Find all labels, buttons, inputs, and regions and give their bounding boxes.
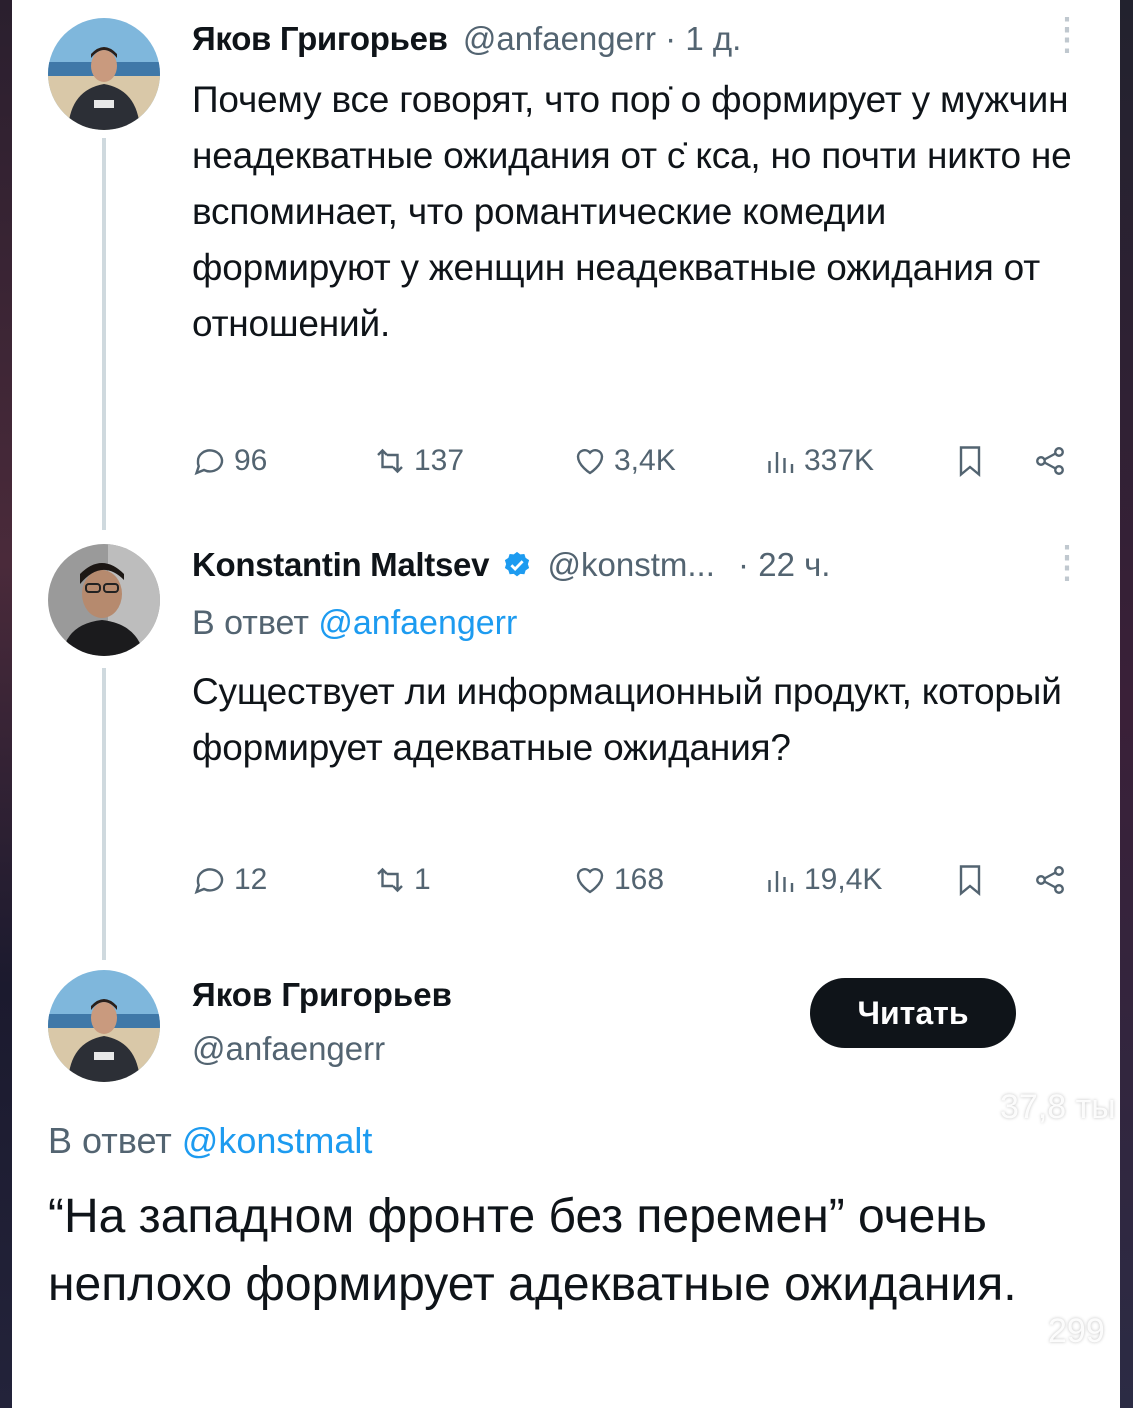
separator-dot: · — [738, 546, 750, 583]
bookmark-icon — [959, 865, 981, 897]
repost-icon — [377, 448, 403, 474]
author-name[interactable]: Яков Григорьев — [192, 20, 448, 57]
like-count: 3,4K — [614, 444, 676, 477]
reply-prefix: В ответ — [48, 1120, 172, 1161]
more-options-icon[interactable]: ⋮ ⋮ — [1052, 543, 1082, 584]
timestamp[interactable]: 22 ч. — [758, 546, 830, 583]
overlay-like-count: 37,8 ты — [1000, 1088, 1116, 1126]
repost-button[interactable]: 1 — [372, 862, 431, 898]
views-button[interactable]: 19,4K — [762, 862, 882, 898]
verified-badge-icon — [505, 551, 530, 577]
avatar[interactable] — [48, 970, 160, 1082]
author-name[interactable]: Konstantin Maltsev — [192, 546, 489, 583]
bookmark-icon — [959, 446, 981, 478]
like-count: 168 — [614, 863, 665, 896]
author-handle[interactable]: @konstm... — [548, 546, 715, 583]
reply-handle-link[interactable]: @anfaengerr — [318, 604, 517, 642]
author-handle[interactable]: @anfaengerr — [463, 20, 656, 57]
reply-icon — [194, 449, 224, 476]
share-button[interactable] — [1032, 443, 1068, 479]
overlay-comment-count: 299 — [1048, 1312, 1105, 1350]
repost-icon — [377, 867, 403, 893]
heart-icon — [576, 868, 604, 894]
author-handle[interactable]: @anfaengerr — [192, 1030, 385, 1068]
views-icon — [768, 871, 794, 892]
share-icon — [1036, 447, 1064, 475]
views-icon — [768, 452, 794, 473]
follow-button[interactable]: Читать — [810, 978, 1016, 1048]
tweet-actions: 96 137 3,4K 337K — [192, 443, 1072, 483]
share-button[interactable] — [1032, 862, 1068, 898]
tweet-header: Konstantin Maltsev @konstm... · 22 ч. — [192, 546, 830, 584]
reply-prefix: В ответ — [192, 604, 309, 642]
repost-count: 137 — [414, 444, 465, 477]
like-overlay-icon[interactable] — [1036, 954, 1128, 1038]
timestamp[interactable]: 1 д. — [685, 20, 741, 57]
like-button[interactable]: 3,4K — [572, 443, 676, 479]
share-icon — [1036, 866, 1064, 894]
tweet-text: Существует ли информационный продукт, ко… — [192, 671, 1062, 768]
avatar[interactable] — [48, 544, 160, 656]
tweet-actions: 12 1 168 19,4K — [192, 862, 1072, 902]
repost-button[interactable]: 137 — [372, 443, 464, 479]
avatar[interactable] — [48, 18, 160, 130]
reply-icon — [194, 868, 224, 895]
separator-dot: · — [665, 20, 677, 57]
reply-context: В ответ @anfaengerr — [192, 604, 517, 643]
views-count: 337K — [804, 444, 875, 477]
tweet-header: Яков Григорьев @anfaengerr · 1 д. — [192, 20, 741, 58]
thread-line — [102, 138, 106, 530]
reply-button[interactable]: 96 — [192, 443, 267, 479]
reply-count: 96 — [234, 444, 268, 477]
like-button[interactable]: 168 — [572, 862, 664, 898]
bookmark-button[interactable] — [952, 443, 988, 479]
reply-count: 12 — [234, 863, 268, 896]
more-options-icon[interactable]: ⋮ ⋮ — [1052, 15, 1082, 56]
reply-handle-link[interactable]: @konstmalt — [182, 1120, 373, 1161]
tweet-text: Почему все говорят, что пор̇ о формирует… — [192, 79, 1072, 344]
author-name[interactable]: Яков Григорьев — [192, 976, 452, 1014]
views-count: 19,4K — [804, 863, 883, 896]
heart-icon — [576, 449, 604, 475]
screenshot-card: Яков Григорьев @anfaengerr · 1 д. ⋮ ⋮ Поч… — [12, 0, 1120, 1408]
thread-line — [102, 668, 106, 960]
tweet-text: “На западном фронте без перемен” очень н… — [48, 1190, 1017, 1311]
reply-context: В ответ @konstmalt — [48, 1120, 372, 1162]
bookmark-button[interactable] — [952, 862, 988, 898]
reply-button[interactable]: 12 — [192, 862, 267, 898]
repost-count: 1 — [414, 863, 431, 896]
comment-overlay-icon[interactable] — [1036, 1190, 1124, 1278]
views-button[interactable]: 337K — [762, 443, 874, 479]
